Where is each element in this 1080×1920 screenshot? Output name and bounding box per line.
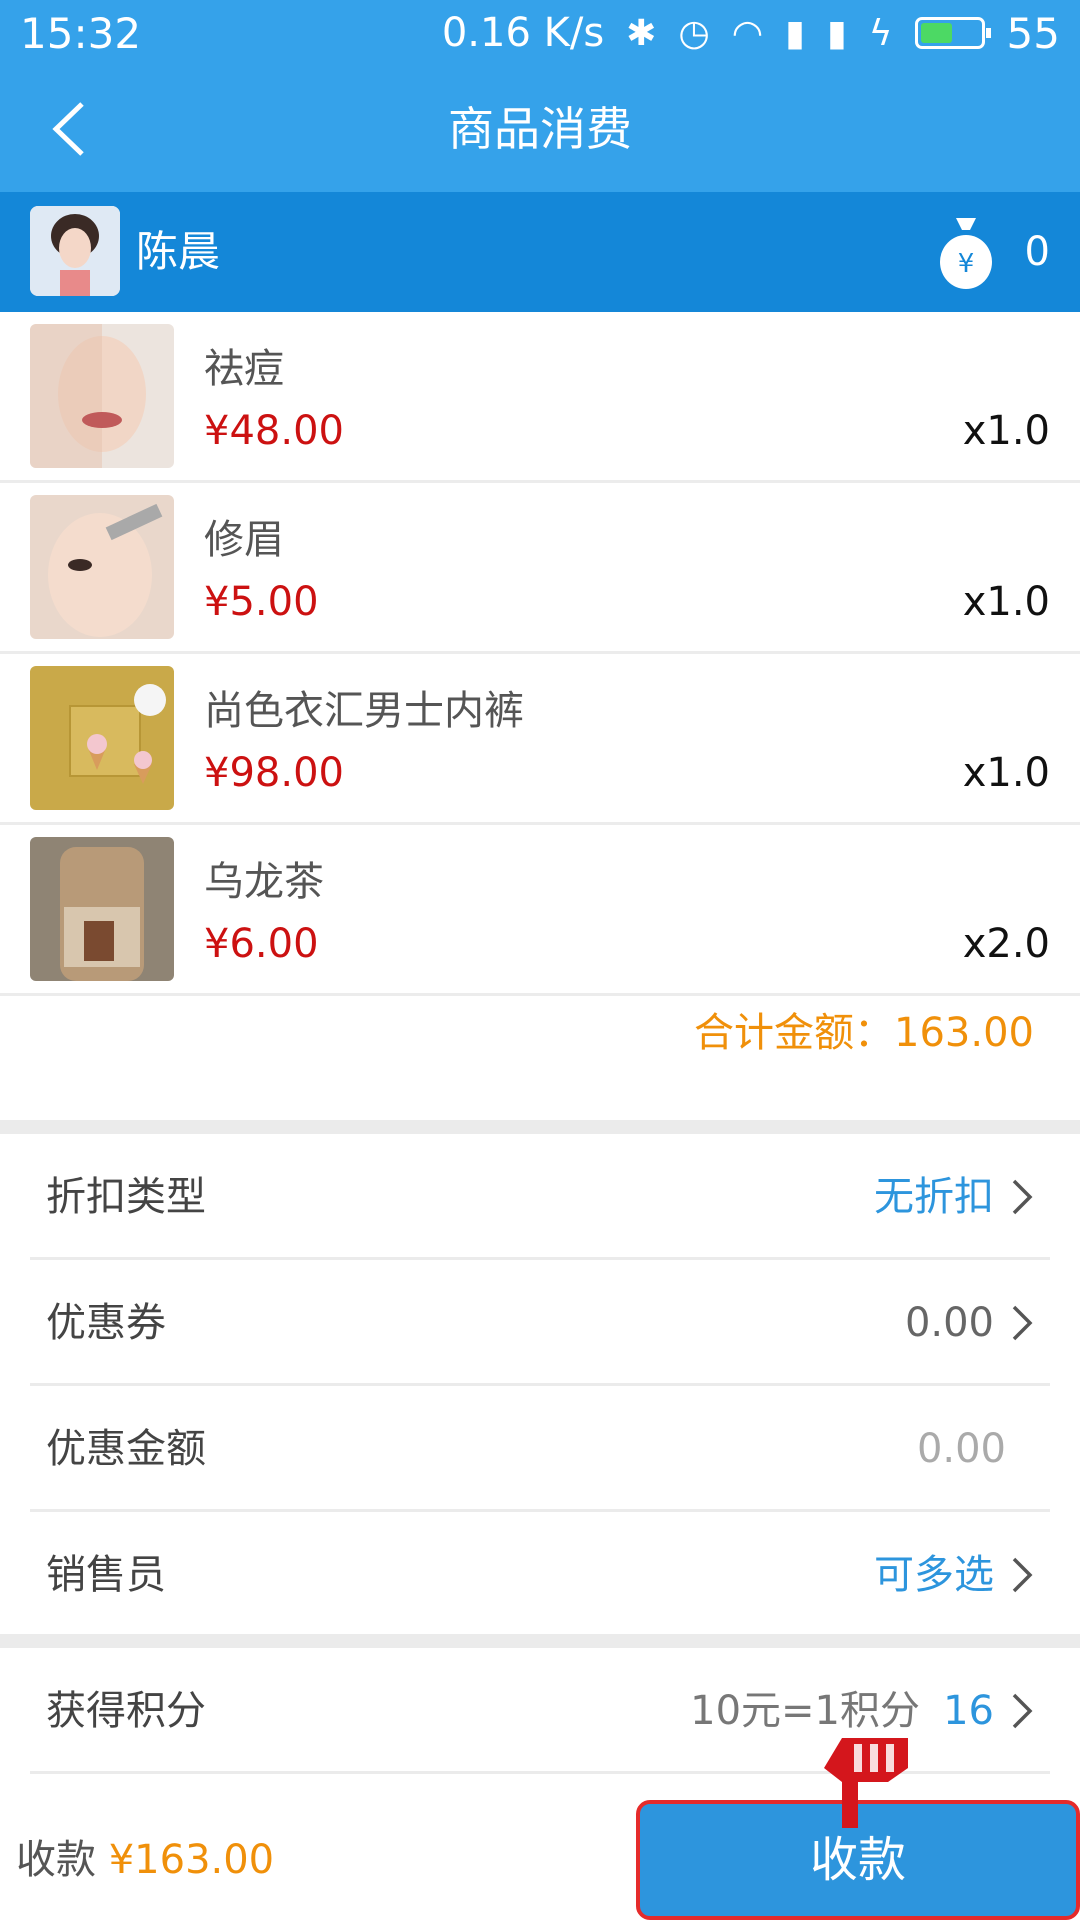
discount-type-label: 折扣类型 [46,1174,206,1220]
checkout-amount: 收款 ¥163.00 [16,1800,274,1920]
item-price: ¥98.00 [204,750,344,796]
product-thumbnail [30,324,174,468]
points-label: 获得积分 [46,1688,206,1734]
chevron-right-icon [1012,1557,1033,1593]
item-price: ¥6.00 [204,921,319,967]
section-divider [0,1634,1080,1648]
status-bar: 15:32 0.16 K/s ✱ ◷ ◠ ▮ ▮ ϟ 55 [0,0,1080,66]
section-divider [0,1120,1080,1134]
item-price: ¥48.00 [204,408,344,454]
signal-icon: ▮ [785,12,805,54]
checkout-amount-value: ¥163.00 [108,1837,275,1883]
salesperson-value: 可多选 [874,1552,994,1598]
total-amount: 合计金额：163.00 [694,1010,1034,1056]
checkout-label: 收款 [16,1837,96,1883]
network-speed: 0.16 K/s [441,10,605,56]
status-time: 15:32 [20,8,142,58]
item-quantity: x2.0 [962,921,1050,967]
alarm-icon: ◷ [678,12,710,54]
checkout-bar: 收款 ¥163.00 收款 [0,1800,1080,1920]
chevron-right-icon [1012,1305,1033,1341]
list-item[interactable]: 祛痘 ¥48.00 x1.0 [0,312,1080,483]
discount-type-value: 无折扣 [874,1174,994,1220]
list-item[interactable]: 尚色衣汇男士内裤 ¥98.00 x1.0 [0,654,1080,825]
item-price: ¥5.00 [204,579,319,625]
item-list: 祛痘 ¥48.00 x1.0 修眉 ¥5.00 x1.0 尚色衣汇男士内裤 ¥9… [0,312,1080,996]
signal-4g-icon: ▮ [826,12,847,54]
settings-list: 折扣类型 无折扣 优惠券 0.00 优惠金额 0.00 销售员 可多选 [0,1134,1080,1638]
discount-amount-label: 优惠金额 [46,1426,206,1472]
charging-icon: ϟ [868,12,893,54]
money-bag-icon: ¥ [936,212,996,292]
salesperson-row[interactable]: 销售员 可多选 [30,1512,1050,1638]
chevron-right-icon [1012,1179,1033,1215]
points-value: 16 [943,1688,994,1734]
member-name: 陈晨 [136,227,221,276]
nav-bar: 商品消费 [0,66,1080,192]
status-icons: 0.16 K/s ✱ ◷ ◠ ▮ ▮ ϟ 55 [442,9,1060,58]
member-bar: 陈晨 ¥ 0 [0,192,1080,312]
item-quantity: x1.0 [962,750,1050,796]
item-name: 修眉 [204,517,284,563]
discount-type-row[interactable]: 折扣类型 无折扣 [30,1134,1050,1260]
svg-text:¥: ¥ [958,249,975,279]
product-thumbnail [30,495,174,639]
item-quantity: x1.0 [962,579,1050,625]
item-name: 尚色衣汇男士内裤 [204,688,524,734]
avatar [30,206,120,296]
item-name: 乌龙茶 [204,859,324,905]
battery-icon [914,17,991,49]
battery-level: 55 [1006,8,1060,58]
list-item[interactable]: 修眉 ¥5.00 x1.0 [0,483,1080,654]
coupon-label: 优惠券 [46,1300,166,1346]
list-item[interactable]: 乌龙茶 ¥6.00 x2.0 [0,825,1080,996]
product-thumbnail [30,837,174,981]
member-points: 0 [1024,229,1050,275]
bluetooth-icon: ✱ [626,12,657,54]
item-quantity: x1.0 [962,408,1050,454]
hand-pointer-icon [824,1738,908,1828]
chevron-right-icon [1012,1693,1033,1729]
item-name: 祛痘 [204,346,284,392]
discount-amount-input[interactable]: 0.00 [917,1386,1006,1512]
coupon-row[interactable]: 优惠券 0.00 [30,1260,1050,1386]
wifi-icon: ◠ [731,12,764,54]
salesperson-label: 销售员 [46,1552,166,1598]
page-title: 商品消费 [448,102,632,156]
product-thumbnail [30,666,174,810]
discount-amount-row[interactable]: 优惠金额 0.00 [30,1386,1050,1512]
coupon-value: 0.00 [904,1300,994,1346]
